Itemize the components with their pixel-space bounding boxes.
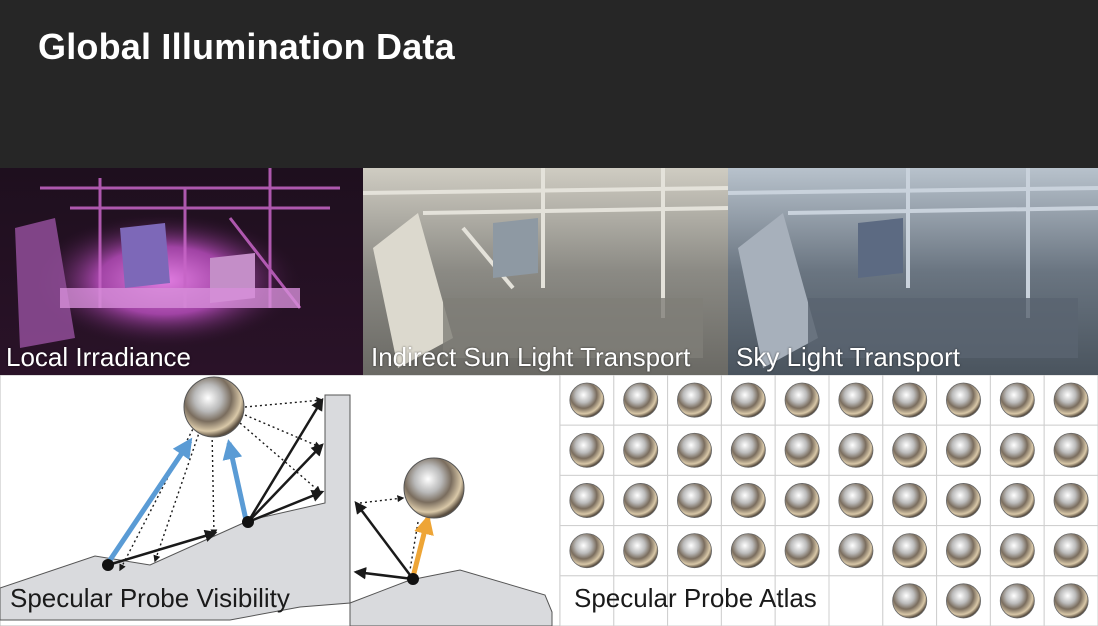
header-banner: Global Illumination Data [0, 0, 1098, 168]
atlas-probe-sphere [1053, 583, 1089, 619]
atlas-probe-sphere [946, 533, 981, 569]
specular-probe-sphere [183, 376, 245, 438]
atlas-probe-sphere [892, 382, 928, 418]
atlas-probe-sphere [623, 483, 659, 518]
specular-probe-sphere [403, 457, 465, 519]
atlas-probe-sphere [677, 432, 712, 468]
atlas-probe-sphere [999, 382, 1035, 418]
atlas-probe-sphere [838, 533, 874, 569]
atlas-probe-sphere [730, 533, 766, 569]
atlas-probe-sphere [838, 382, 874, 418]
surface-point [242, 516, 254, 528]
atlas-probe-sphere [623, 432, 659, 468]
atlas-probe-sphere [623, 533, 659, 569]
atlas-probe-sphere [784, 382, 820, 418]
atlas-probe-sphere [999, 432, 1035, 468]
atlas-probe-sphere [730, 382, 766, 418]
surface-point [102, 559, 114, 571]
atlas-probe-sphere [677, 483, 712, 518]
atlas-probe-sphere [999, 583, 1035, 619]
atlas-probe-sphere [1053, 382, 1089, 418]
atlas-probe-sphere [784, 432, 820, 468]
atlas-probe-sphere [569, 483, 605, 518]
panel-local-irradiance: Local Irradiance [0, 168, 363, 375]
atlas-probe-sphere [946, 382, 981, 418]
atlas-probe-sphere [838, 483, 874, 518]
atlas-probe-sphere [838, 432, 874, 468]
atlas-probe-sphere [892, 533, 928, 569]
atlas-probe-sphere [946, 583, 981, 619]
atlas-probe-sphere [569, 382, 605, 418]
page-title: Global Illumination Data [38, 26, 455, 67]
atlas-label: Specular Probe Atlas [574, 583, 817, 613]
panel-label: Sky Light Transport [736, 342, 960, 372]
atlas-probe-sphere [1053, 533, 1089, 569]
atlas-probe-sphere [892, 483, 928, 518]
atlas-probe-sphere [784, 533, 820, 569]
panel-label: Local Irradiance [6, 342, 191, 372]
atlas-probe-sphere [946, 432, 981, 468]
panel-sky-light: Sky Light Transport [728, 168, 1098, 375]
atlas-probe-sphere [999, 483, 1035, 518]
atlas-probe-sphere [1053, 432, 1089, 468]
atlas-probe-sphere [892, 583, 928, 619]
surface-point [407, 573, 419, 585]
atlas-probe-sphere [730, 483, 766, 518]
atlas-probe-sphere [569, 533, 605, 569]
atlas-cell [828, 575, 884, 626]
atlas-probe-sphere [677, 382, 712, 418]
atlas-probe-sphere [623, 382, 659, 418]
panel-label: Indirect Sun Light Transport [371, 342, 691, 372]
panel-indirect-sun: Indirect Sun Light Transport [363, 168, 728, 375]
atlas-probe-sphere [1053, 483, 1089, 518]
diagram-label: Specular Probe Visibility [10, 583, 290, 613]
atlas-probe-sphere [946, 483, 981, 518]
atlas-probe-sphere [569, 432, 605, 468]
atlas-probe-sphere [892, 432, 928, 468]
atlas-probe-sphere [784, 483, 820, 518]
atlas-probe-sphere [999, 533, 1035, 569]
atlas-probe-sphere [677, 533, 712, 569]
atlas-probe-sphere [730, 432, 766, 468]
